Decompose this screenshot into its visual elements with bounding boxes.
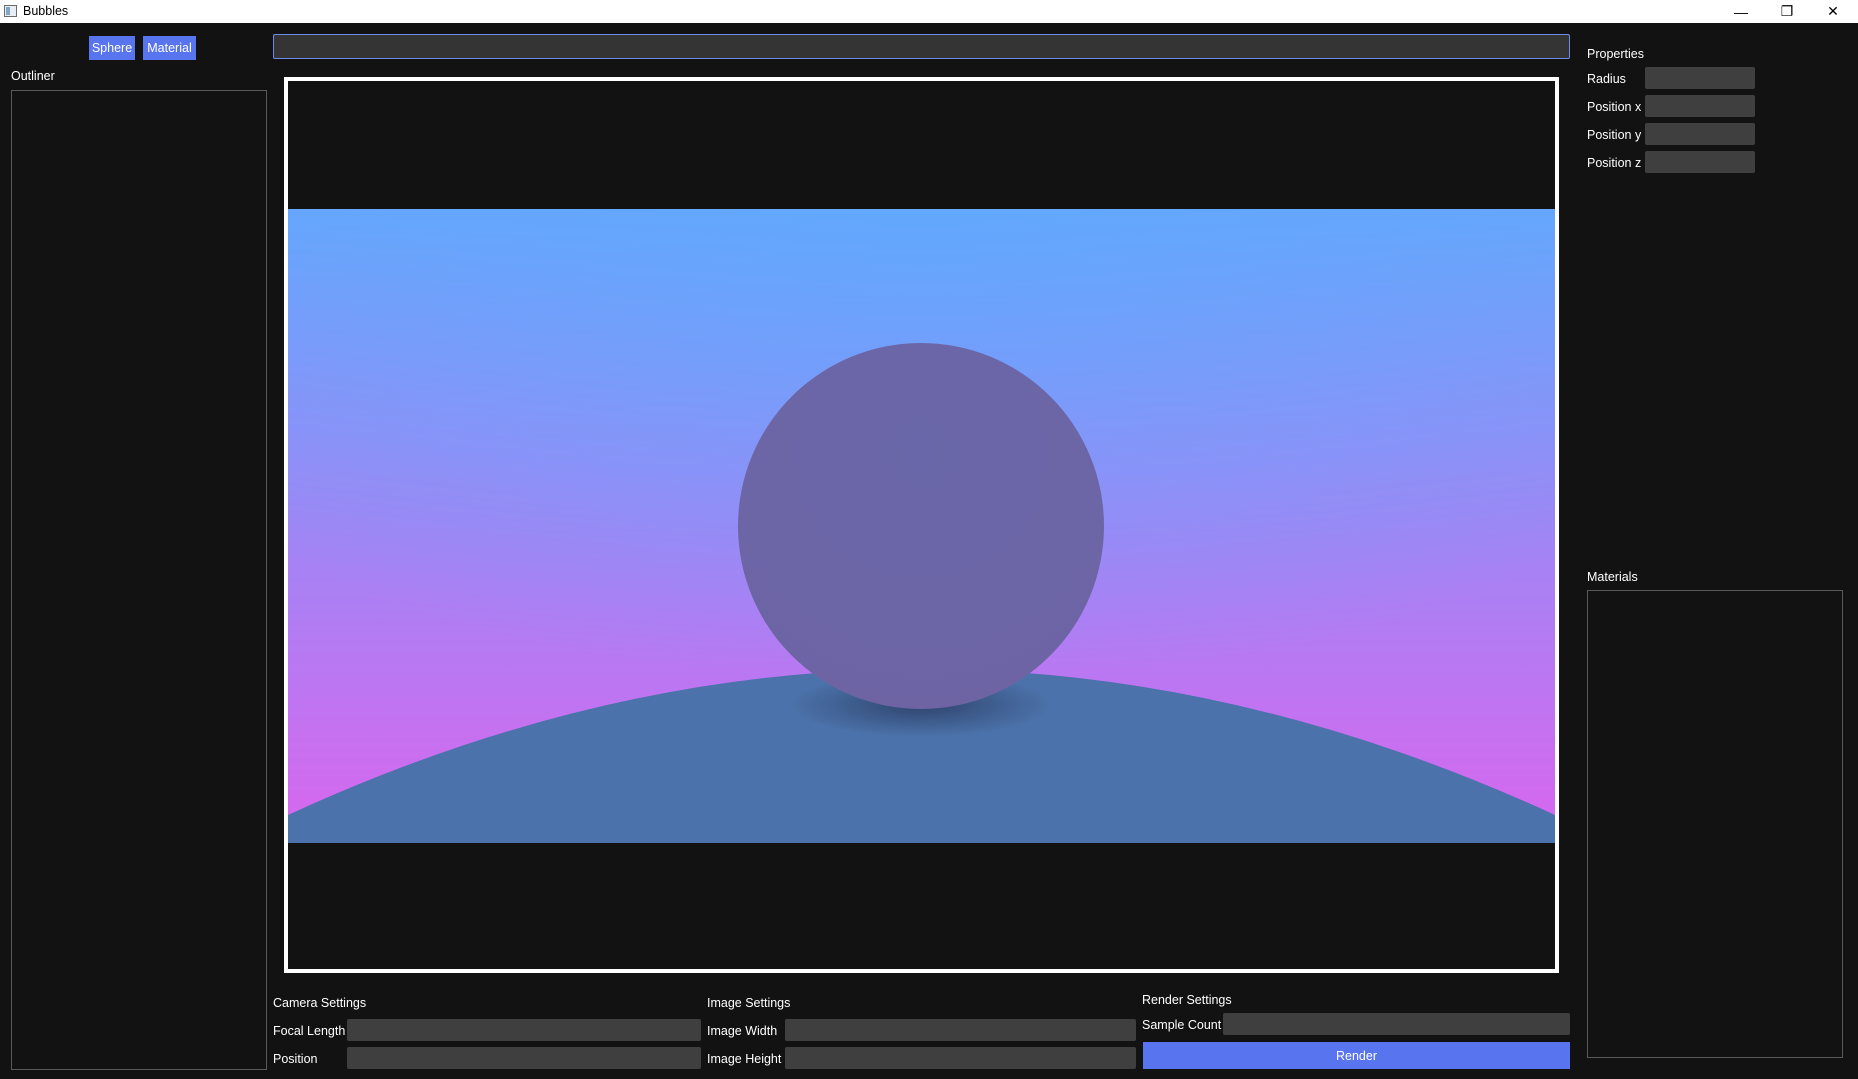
close-button[interactable]: ✕ <box>1810 0 1856 23</box>
radius-input[interactable] <box>1645 67 1755 89</box>
image-settings-title: Image Settings <box>707 996 791 1010</box>
image-width-label: Image Width <box>707 1024 778 1038</box>
render-viewport[interactable] <box>284 77 1559 973</box>
maximize-button[interactable]: ❐ <box>1764 0 1810 23</box>
materials-list[interactable] <box>1587 590 1843 1058</box>
properties-title: Properties <box>1587 47 1644 61</box>
add-material-button[interactable]: Material <box>143 36 196 60</box>
camera-position-input[interactable] <box>347 1047 701 1069</box>
sphere-object <box>738 343 1104 709</box>
app-icon <box>4 5 17 17</box>
image-width-input[interactable] <box>785 1019 1136 1041</box>
position-y-label: Position y <box>1587 128 1642 142</box>
position-x-input[interactable] <box>1645 95 1755 117</box>
materials-title: Materials <box>1587 570 1638 584</box>
minimize-button[interactable]: — <box>1718 0 1764 23</box>
sample-count-input[interactable] <box>1223 1013 1570 1035</box>
window-title: Bubbles <box>23 4 69 18</box>
rendered-image <box>288 209 1555 843</box>
sample-count-label: Sample Count <box>1142 1018 1222 1032</box>
camera-position-label: Position <box>273 1052 318 1066</box>
camera-settings-title: Camera Settings <box>273 996 367 1010</box>
focal-length-input[interactable] <box>347 1019 701 1041</box>
render-settings-title: Render Settings <box>1142 993 1232 1007</box>
outliner-title: Outliner <box>11 69 55 83</box>
add-sphere-button[interactable]: Sphere <box>89 36 135 60</box>
position-x-label: Position x <box>1587 100 1642 114</box>
radius-label: Radius <box>1587 72 1626 86</box>
render-button[interactable]: Render <box>1143 1042 1570 1069</box>
position-y-input[interactable] <box>1645 123 1755 145</box>
image-height-label: Image Height <box>707 1052 782 1066</box>
top-input-field[interactable] <box>273 34 1570 59</box>
outliner-list[interactable] <box>11 90 267 1070</box>
position-z-input[interactable] <box>1645 151 1755 173</box>
image-height-input[interactable] <box>785 1047 1136 1069</box>
title-bar: Bubbles — ❐ ✕ <box>0 0 1858 23</box>
focal-length-label: Focal Length <box>273 1024 346 1038</box>
position-z-label: Position z <box>1587 156 1642 170</box>
